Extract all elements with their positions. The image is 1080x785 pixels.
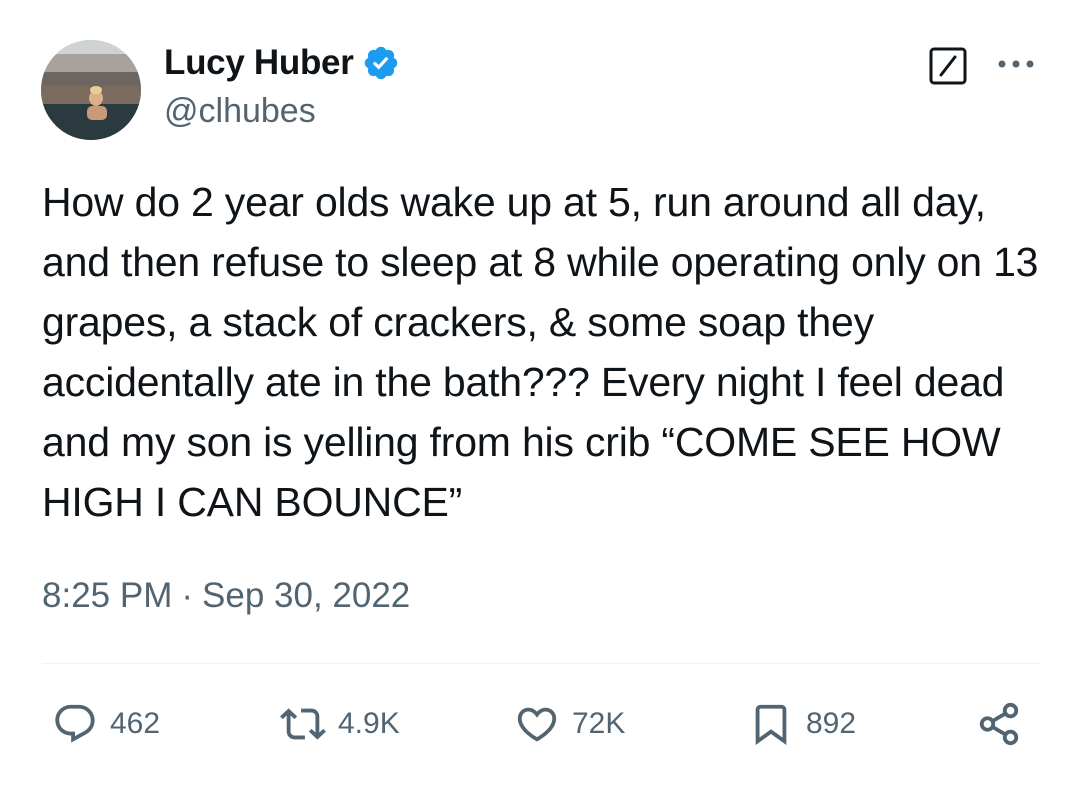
divider [42, 663, 1040, 664]
reply-icon [55, 704, 95, 743]
like-count: 72K [572, 707, 626, 740]
bookmark-button[interactable]: 892 [748, 700, 856, 748]
avatar-photo [41, 40, 141, 140]
repost-icon [280, 708, 326, 740]
reply-button[interactable]: 462 [52, 700, 160, 748]
author-display-name[interactable]: Lucy Huber [164, 43, 354, 83]
share-icon [979, 702, 1019, 746]
tweet-card: Lucy Huber @clhubes How do 2 year olds w… [0, 0, 1080, 785]
timestamp-separator: · [181, 576, 194, 615]
tweet-date: Sep 30, 2022 [202, 576, 411, 615]
share-button[interactable] [976, 700, 1022, 748]
reply-count: 462 [110, 707, 161, 740]
like-button[interactable]: 72K [514, 700, 625, 748]
tweet-timestamp[interactable]: 8:25 PM · Sep 30, 2022 [42, 576, 410, 616]
bookmark-count: 892 [806, 707, 857, 740]
heart-icon [517, 707, 557, 742]
tweet-time: 8:25 PM [42, 576, 173, 615]
verified-badge-icon[interactable] [362, 44, 400, 82]
bookmark-icon [755, 704, 787, 745]
grok-icon[interactable] [928, 46, 968, 86]
tweet-text: How do 2 year olds wake up at 5, run aro… [42, 179, 1050, 525]
avatar[interactable] [41, 40, 141, 140]
more-options-icon[interactable] [995, 52, 1037, 76]
repost-count: 4.9K [338, 707, 400, 740]
author-handle[interactable]: @clhubes [164, 92, 316, 131]
author-name-row: Lucy Huber [164, 40, 400, 86]
repost-button[interactable]: 4.9K [280, 700, 400, 748]
